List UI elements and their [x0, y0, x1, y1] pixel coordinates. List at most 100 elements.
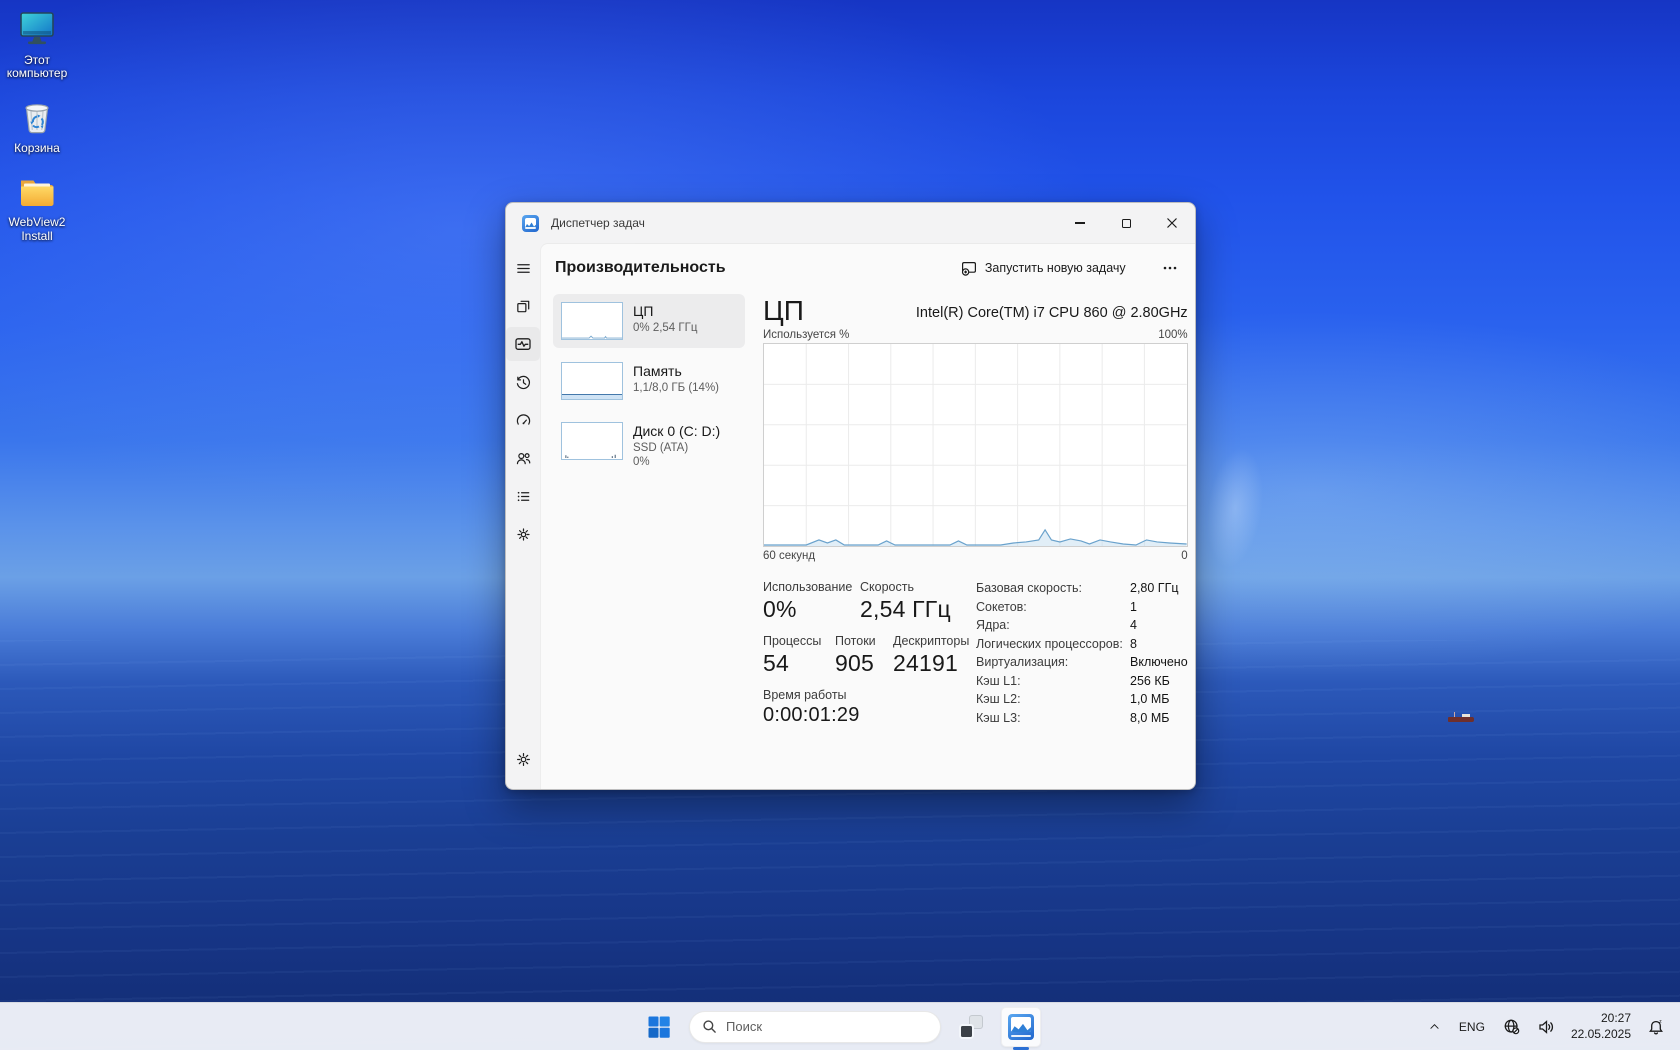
- perf-card-memory[interactable]: Память 1,1/8,0 ГБ (14%): [553, 354, 745, 408]
- card-title: Диск 0 (C: D:): [633, 423, 720, 441]
- graph-x-right-label: 0: [1181, 550, 1187, 562]
- cpu-heading: ЦП: [763, 296, 804, 325]
- processes-value: 54: [763, 650, 835, 677]
- performance-icon: [514, 335, 532, 353]
- computer-icon: [14, 6, 60, 52]
- tray-date: 22.05.2025: [1571, 1027, 1631, 1043]
- cpu-graph-svg: [764, 344, 1187, 546]
- sidebar-item-app-history[interactable]: [506, 365, 540, 399]
- page-header: Производительность Запустить новую задач…: [541, 244, 1196, 292]
- close-icon: [1166, 217, 1178, 229]
- hidden-icons-button[interactable]: [1423, 1009, 1446, 1045]
- page-title: Производительность: [555, 259, 726, 277]
- history-clock-icon: [515, 374, 532, 391]
- start-button[interactable]: [639, 1007, 679, 1047]
- minimize-icon: [1075, 222, 1085, 224]
- card-subtitle: SSD (ATA): [633, 441, 720, 456]
- settings-button[interactable]: [506, 742, 540, 776]
- close-button[interactable]: [1149, 203, 1195, 243]
- volume-button[interactable]: [1532, 1009, 1560, 1045]
- uptime-value: 0:00:01:29: [763, 704, 860, 727]
- maximize-button[interactable]: [1103, 203, 1149, 243]
- maximize-icon: [1122, 219, 1131, 228]
- window-title: Диспетчер задач: [551, 216, 645, 230]
- cpu-stats: Использование 0% Скорость 2,54 ГГц: [763, 580, 1188, 727]
- spec-value: 8,0 МБ: [1130, 710, 1188, 726]
- usage-label: Использование: [763, 580, 860, 594]
- taskbar-clock[interactable]: 20:27 22.05.2025: [1567, 1011, 1635, 1042]
- sidebar-item-details[interactable]: [506, 479, 540, 513]
- nav-menu-button[interactable]: [506, 251, 540, 285]
- memory-mini-graph: [561, 362, 623, 400]
- threads-value: 905: [835, 650, 893, 677]
- sidebar-item-users[interactable]: [506, 441, 540, 475]
- desktop-icon-label: Этот компьютер: [1, 54, 73, 81]
- sidebar-item-startup-apps[interactable]: [506, 403, 540, 437]
- services-gear-icon: [515, 526, 532, 543]
- sidebar-item-performance[interactable]: [506, 327, 540, 361]
- graph-x-left-label: 60 секунд: [763, 550, 815, 562]
- spec-value: 1,0 МБ: [1130, 691, 1188, 707]
- desktop-icon-recycle-bin[interactable]: Корзина: [0, 94, 74, 155]
- search-input[interactable]: [726, 1019, 896, 1034]
- search-icon: [702, 1019, 717, 1034]
- taskbar-app-task-manager[interactable]: [1001, 1007, 1041, 1047]
- speed-value: 2,54 ГГц: [860, 596, 951, 623]
- users-icon: [515, 450, 532, 467]
- run-new-task-label: Запустить новую задачу: [985, 261, 1126, 275]
- task-manager-taskbar-icon: [1008, 1014, 1034, 1040]
- gauge-icon: [515, 412, 532, 429]
- notification-center-button[interactable]: z: [1642, 1009, 1670, 1045]
- spec-value: 256 КБ: [1130, 673, 1188, 689]
- language-indicator[interactable]: ENG: [1453, 1009, 1491, 1045]
- spec-label: Ядра:: [976, 617, 1124, 633]
- spec-label: Кэш L2:: [976, 691, 1124, 707]
- sidebar-item-processes[interactable]: [506, 289, 540, 323]
- run-new-task-button[interactable]: Запустить новую задачу: [953, 254, 1134, 282]
- windows-logo-icon: [647, 1015, 671, 1039]
- desktop-icon-label: WebView2 Install: [1, 216, 73, 243]
- taskbar-search[interactable]: [689, 1011, 941, 1043]
- task-view-button[interactable]: [951, 1007, 991, 1047]
- tray-time: 20:27: [1571, 1011, 1631, 1027]
- spec-label: Базовая скорость:: [976, 580, 1124, 596]
- minimize-button[interactable]: [1057, 203, 1103, 243]
- taskbar: ENG 20:27 22.05.2025 z: [0, 1002, 1680, 1050]
- sidebar-item-services[interactable]: [506, 517, 540, 551]
- main-panel: Производительность Запустить новую задач…: [540, 243, 1196, 790]
- desktop-icon-label: Корзина: [14, 142, 60, 155]
- spec-label: Кэш L3:: [976, 710, 1124, 726]
- recycle-bin-icon: [14, 94, 60, 140]
- details-list-icon: [515, 488, 532, 505]
- bell-dnd-icon: z: [1647, 1018, 1665, 1036]
- chevron-up-icon: [1428, 1020, 1441, 1033]
- speaker-icon: [1537, 1018, 1555, 1036]
- more-options-button[interactable]: [1156, 255, 1184, 281]
- card-subtitle: 0% 2,54 ГГц: [633, 321, 697, 336]
- perf-card-cpu[interactable]: ЦП 0% 2,54 ГГц: [553, 294, 745, 348]
- system-tray: ENG 20:27 22.05.2025 z: [1423, 1003, 1670, 1050]
- spec-label: Кэш L1:: [976, 673, 1124, 689]
- new-task-icon: [961, 260, 977, 276]
- card-title: ЦП: [633, 303, 697, 321]
- task-manager-window: Диспетчер задач: [505, 202, 1196, 790]
- hamburger-icon: [515, 260, 532, 277]
- spec-value: 2,80 ГГц: [1130, 580, 1188, 596]
- card-subtitle2: 0%: [633, 455, 720, 470]
- network-button[interactable]: [1498, 1009, 1525, 1045]
- desktop-icon-this-pc[interactable]: Этот компьютер: [0, 6, 74, 81]
- processes-label: Процессы: [763, 634, 835, 648]
- folder-icon: [14, 168, 60, 214]
- ship: [1448, 712, 1474, 722]
- usage-value: 0%: [763, 596, 860, 623]
- svg-text:z: z: [1659, 1018, 1662, 1024]
- spec-label: Сокетов:: [976, 599, 1124, 615]
- perf-card-disk0[interactable]: Диск 0 (C: D:) SSD (ATA) 0%: [553, 414, 745, 478]
- performance-card-list: ЦП 0% 2,54 ГГц Память 1,1/8,0 ГБ (14%): [553, 294, 745, 790]
- desktop-icon-webview2-install[interactable]: WebView2 Install: [0, 168, 74, 243]
- handles-value: 24191: [893, 650, 969, 677]
- window-titlebar[interactable]: Диспетчер задач: [506, 203, 1195, 243]
- spec-label: Логических процессоров:: [976, 636, 1124, 652]
- gear-icon: [515, 751, 532, 768]
- cpu-device-name: Intel(R) Core(TM) i7 CPU 860 @ 2.80GHz: [916, 305, 1188, 325]
